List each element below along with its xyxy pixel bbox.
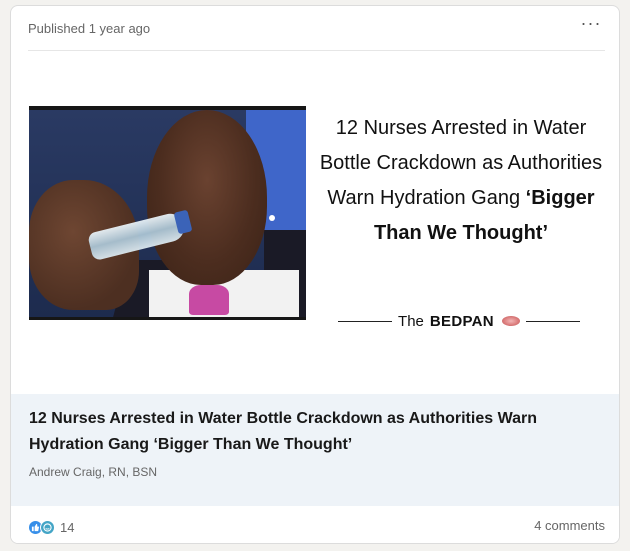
reactions-summary[interactable]: 14 <box>28 517 74 537</box>
brand-rule-right <box>525 320 580 322</box>
article-author: Andrew Craig, RN, BSN <box>29 465 158 479</box>
reaction-count: 14 <box>60 519 75 535</box>
post-card: Published 1 year ago ··· 12 Nurses Arres… <box>10 5 620 544</box>
post-meta-row: Published 1 year ago ··· <box>28 6 605 51</box>
article-caption[interactable]: 12 Nurses Arrested in Water Bottle Crack… <box>11 394 619 506</box>
article-title[interactable]: 12 Nurses Arrested in Water Bottle Crack… <box>29 406 589 458</box>
brand-rule-left <box>338 320 393 322</box>
image-headline: 12 Nurses Arrested in Water Bottle Crack… <box>316 111 606 251</box>
published-time: Published 1 year ago <box>28 20 151 36</box>
more-horizontal-icon: ··· <box>580 12 602 33</box>
comments-link[interactable]: 4 comments <box>534 518 605 533</box>
article-image[interactable]: 12 Nurses Arrested in Water Bottle Crack… <box>11 51 619 394</box>
lips-icon <box>501 316 520 326</box>
brand-prefix: The <box>398 312 424 330</box>
social-bar: 14 4 comments <box>11 506 619 543</box>
brand-name: BEDPAN <box>429 312 494 330</box>
support-icon <box>40 519 55 535</box>
brand-lockup: The BEDPAN <box>329 309 589 333</box>
more-options-button[interactable]: ··· <box>577 9 605 37</box>
article-photo <box>29 106 306 320</box>
